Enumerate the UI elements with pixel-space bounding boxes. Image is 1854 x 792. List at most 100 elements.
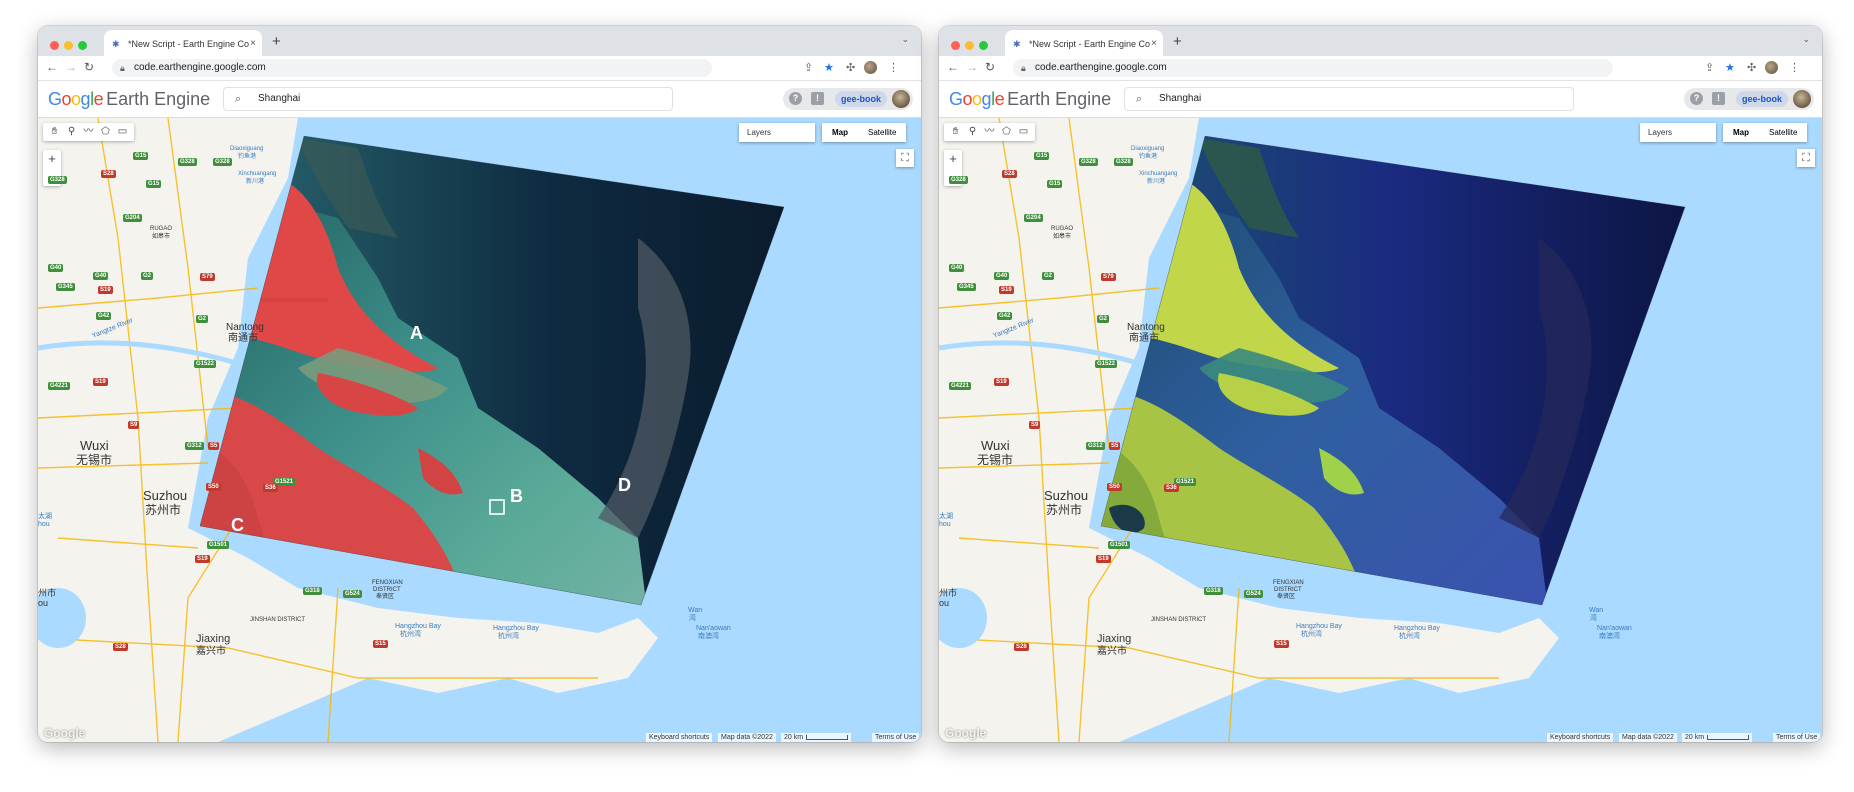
- back-icon[interactable]: ←: [947, 60, 959, 74]
- reload-icon[interactable]: ↻: [985, 60, 995, 74]
- map-type-map-button[interactable]: Map: [1723, 123, 1759, 142]
- close-tab-icon[interactable]: ×: [1151, 38, 1157, 49]
- map-type-satellite-button[interactable]: Satellite: [1759, 123, 1807, 142]
- browser-window-left: ✱ *New Script - Earth Engine Co × + ⌄ ← …: [38, 26, 921, 742]
- logo-letter: G: [48, 89, 62, 109]
- keyboard-shortcuts-link[interactable]: Keyboard shortcuts: [646, 733, 713, 742]
- places-search-input[interactable]: ⌕ Shanghai: [223, 87, 673, 111]
- bookmark-star-icon[interactable]: ★: [1725, 61, 1735, 74]
- new-tab-button[interactable]: +: [1173, 33, 1182, 50]
- pan-hand-icon[interactable]: ✋︎: [947, 123, 964, 141]
- feedback-icon[interactable]: !: [1712, 92, 1725, 105]
- forward-icon[interactable]: →: [966, 60, 978, 74]
- place-label: 太湖: [939, 511, 953, 520]
- browser-window-right: ✱ *New Script - Earth Engine Co × + ⌄ ← …: [939, 26, 1822, 742]
- draw-polygon-icon[interactable]: ⬠: [998, 123, 1015, 141]
- logo-letter: o: [71, 89, 81, 109]
- address-bar[interactable]: 🔒︎ code.earthengine.google.com: [1013, 59, 1613, 77]
- terms-link[interactable]: Terms of Use: [1773, 733, 1821, 742]
- place-label: 杭州湾: [1399, 631, 1420, 640]
- place-label: DISTRICT: [373, 587, 401, 593]
- place-label: 钓鱼港: [1139, 152, 1157, 160]
- draw-polygon-icon[interactable]: ⬠: [97, 123, 114, 141]
- map-panel[interactable]: A B C D Diaoxiguang 钓鱼港 Xinchuangang 新川港…: [38, 118, 921, 742]
- more-menu-icon[interactable]: ⋮: [888, 61, 899, 74]
- map-type-map-button[interactable]: Map: [822, 123, 858, 142]
- layers-dropdown[interactable]: Layers: [739, 123, 815, 142]
- tab-search-icon[interactable]: ⌄: [1802, 34, 1810, 45]
- keyboard-shortcuts-link[interactable]: Keyboard shortcuts: [1547, 733, 1614, 742]
- window-controls: [50, 37, 92, 55]
- new-tab-button[interactable]: +: [272, 33, 281, 50]
- draw-rectangle-icon[interactable]: ▭: [1015, 123, 1032, 141]
- city-nantong-cn: 南通市: [228, 331, 258, 344]
- map-type-satellite-button[interactable]: Satellite: [858, 123, 906, 142]
- fullscreen-icon[interactable]: ⛶: [896, 149, 914, 167]
- pan-hand-icon[interactable]: ✋︎: [46, 123, 63, 141]
- fullscreen-icon[interactable]: ⛶: [1797, 149, 1815, 167]
- maximize-window-button[interactable]: [78, 41, 87, 50]
- draw-line-icon[interactable]: 〰: [981, 123, 998, 141]
- share-icon[interactable]: ⇪: [804, 61, 813, 74]
- user-avatar[interactable]: [892, 90, 910, 108]
- annotation-a: A: [410, 323, 423, 343]
- user-name-button[interactable]: gee-book: [1736, 91, 1789, 107]
- add-marker-icon[interactable]: ⚲: [964, 123, 981, 141]
- place-label: 杭州湾: [400, 629, 421, 638]
- place-label: hou: [38, 521, 50, 528]
- maximize-window-button[interactable]: [979, 41, 988, 50]
- back-icon[interactable]: ←: [46, 60, 58, 74]
- place-label: Wan: [1589, 607, 1603, 614]
- annotation-b: B: [510, 486, 523, 506]
- address-bar[interactable]: 🔒︎ code.earthengine.google.com: [112, 59, 712, 77]
- layers-dropdown[interactable]: Layers: [1640, 123, 1716, 142]
- scale-line: [806, 734, 849, 740]
- forward-icon[interactable]: →: [65, 60, 77, 74]
- tab-strip: ✱ *New Script - Earth Engine Co × + ⌄: [38, 26, 921, 56]
- extensions-puzzle-icon[interactable]: ✣: [1747, 61, 1756, 74]
- browser-tab[interactable]: ✱ *New Script - Earth Engine Co ×: [104, 30, 262, 56]
- scale-bar[interactable]: 20 km: [781, 733, 852, 742]
- share-icon[interactable]: ⇪: [1705, 61, 1714, 74]
- draw-line-icon[interactable]: 〰: [80, 123, 97, 141]
- browser-tab[interactable]: ✱ *New Script - Earth Engine Co ×: [1005, 30, 1163, 56]
- basemap-and-imagery: Diaoxiguang 钓鱼港 Xinchuangang 新川港 RUGAO 如…: [939, 118, 1822, 742]
- bookmark-star-icon[interactable]: ★: [824, 61, 834, 74]
- add-marker-icon[interactable]: ⚲: [63, 123, 80, 141]
- place-label: FENGXIAN: [372, 580, 403, 586]
- place-label: ou: [38, 598, 48, 608]
- help-icon[interactable]: ?: [789, 92, 802, 105]
- terms-link[interactable]: Terms of Use: [872, 733, 920, 742]
- scale-bar[interactable]: 20 km: [1682, 733, 1753, 742]
- zoom-in-button[interactable]: +: [43, 150, 61, 168]
- place-label: Hangzhou Bay: [1394, 625, 1440, 632]
- more-menu-icon[interactable]: ⋮: [1789, 61, 1800, 74]
- place-label: 湾: [689, 613, 696, 622]
- place-label: 太湖: [38, 511, 52, 520]
- logo-letter: o: [962, 89, 973, 109]
- zoom-control: + −: [43, 150, 61, 186]
- user-avatar[interactable]: [1793, 90, 1811, 108]
- map-data-attribution: Map data ©2022: [718, 733, 776, 742]
- city-suzhou: Suzhou: [1044, 488, 1088, 503]
- reload-icon[interactable]: ↻: [84, 60, 94, 74]
- profile-avatar[interactable]: [1765, 61, 1778, 74]
- map-panel[interactable]: Diaoxiguang 钓鱼港 Xinchuangang 新川港 RUGAO 如…: [939, 118, 1822, 742]
- zoom-in-button[interactable]: +: [944, 150, 962, 168]
- close-tab-icon[interactable]: ×: [250, 38, 256, 49]
- extensions-puzzle-icon[interactable]: ✣: [846, 61, 855, 74]
- close-window-button[interactable]: [50, 41, 59, 50]
- drawing-tools: ✋︎ ⚲ 〰 ⬠ ▭: [43, 123, 134, 141]
- user-name-button[interactable]: gee-book: [835, 91, 888, 107]
- zoom-out-button[interactable]: −: [944, 168, 962, 186]
- places-search-input[interactable]: ⌕ Shanghai: [1124, 87, 1574, 111]
- close-window-button[interactable]: [951, 41, 960, 50]
- profile-avatar[interactable]: [864, 61, 877, 74]
- minimize-window-button[interactable]: [64, 41, 73, 50]
- draw-rectangle-icon[interactable]: ▭: [114, 123, 131, 141]
- minimize-window-button[interactable]: [965, 41, 974, 50]
- tab-search-icon[interactable]: ⌄: [901, 34, 909, 45]
- zoom-out-button[interactable]: −: [43, 168, 61, 186]
- help-icon[interactable]: ?: [1690, 92, 1703, 105]
- feedback-icon[interactable]: !: [811, 92, 824, 105]
